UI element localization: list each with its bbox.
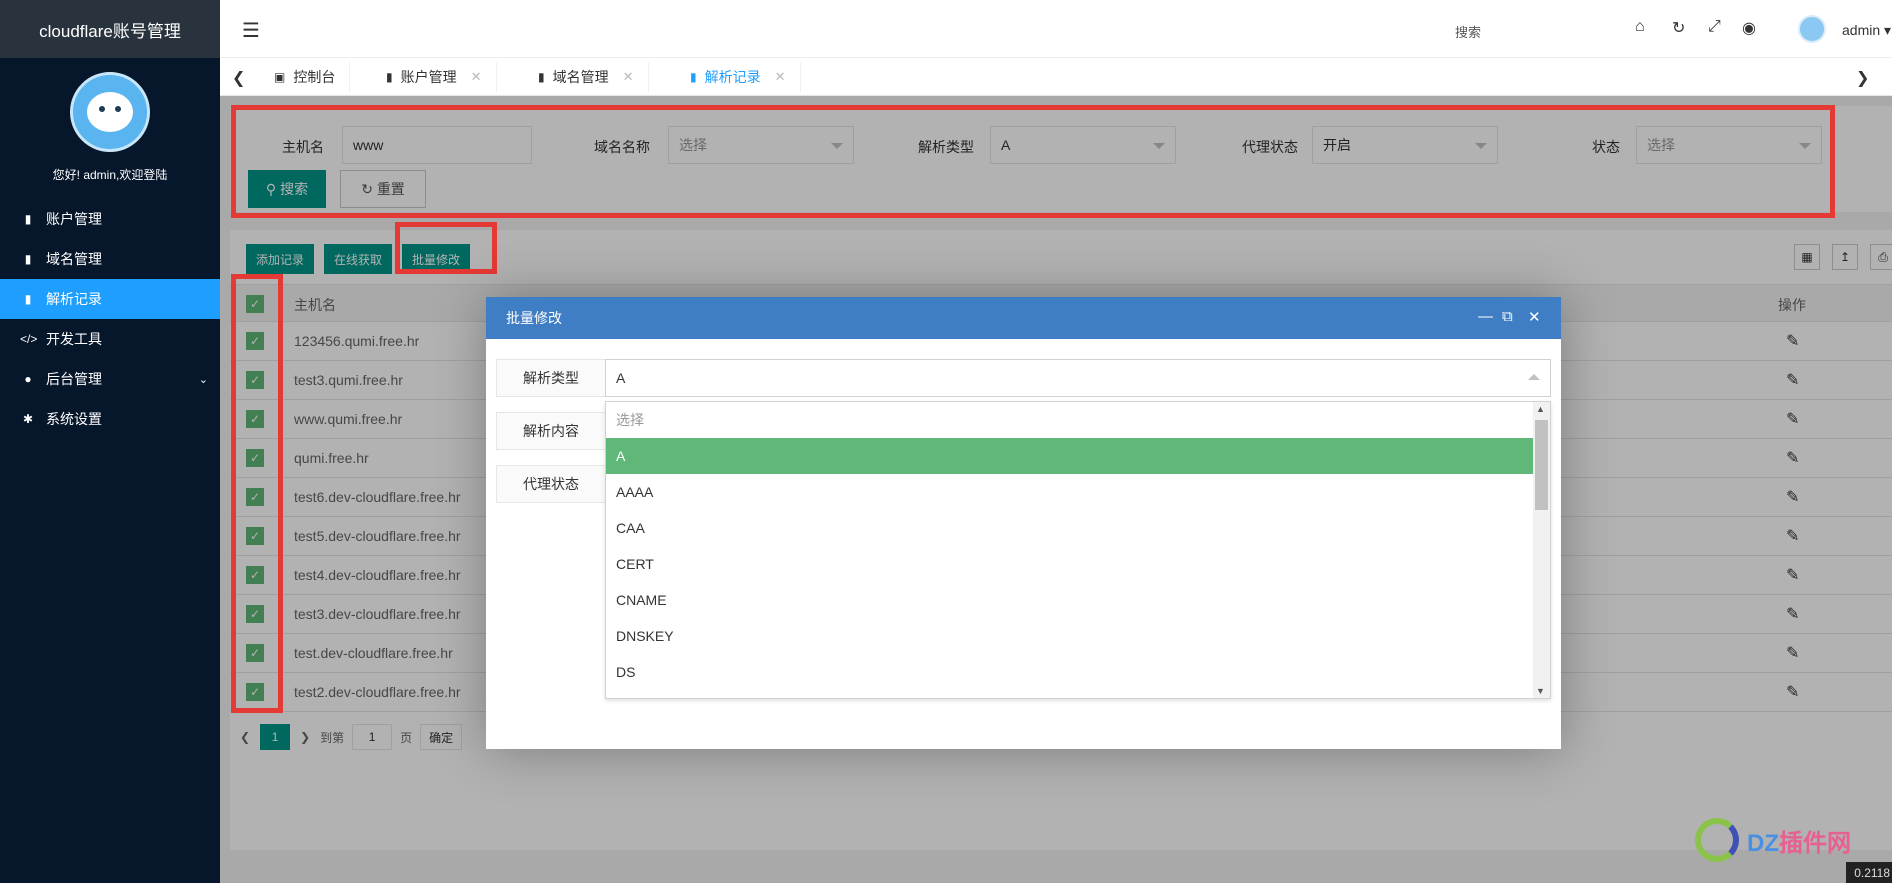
sidebar-item-label: 账户管理 <box>46 211 102 227</box>
scroll-up-icon[interactable]: ▲ <box>1536 404 1545 414</box>
avatar-face-icon <box>87 92 133 132</box>
dropdown-option[interactable]: CNAME <box>606 582 1550 618</box>
dropdown-option[interactable]: AAAA <box>606 474 1550 510</box>
close-icon[interactable]: ✕ <box>775 69 786 85</box>
dropdown-option-selected[interactable]: A <box>606 438 1550 474</box>
monitor-icon: ▣ <box>274 70 286 84</box>
book-icon: ▮ <box>538 70 545 84</box>
maximize-icon[interactable]: ⧉ <box>1502 308 1513 325</box>
dropdown-option[interactable]: CAA <box>606 510 1550 546</box>
sidebar-item-domains[interactable]: ▮ 域名管理 <box>0 239 220 279</box>
type-dropdown: 选择 A AAAA CAA CERT CNAME DNSKEY DS ▲ ▼ <box>605 401 1551 699</box>
watermark-icon <box>1695 818 1739 862</box>
sidebar-item-records[interactable]: ▮ 解析记录 <box>0 279 220 319</box>
modal-type-select[interactable]: A <box>605 359 1551 397</box>
tab-label: 域名管理 <box>552 69 609 85</box>
dropdown-option[interactable]: 选择 <box>606 402 1550 438</box>
bell-icon[interactable]: ◉ <box>1742 18 1756 38</box>
caret-up-icon <box>1528 374 1540 380</box>
book-icon: ▮ <box>24 252 32 266</box>
user-avatar[interactable] <box>1798 15 1826 43</box>
batch-edit-modal: 批量修改 — ⧉ ✕ 解析类型 A 解析内容 代理状态 选择 A AAAA CA… <box>486 297 1561 749</box>
sidebar-item-label: 系统设置 <box>46 411 102 427</box>
sidebar-item-label: 域名管理 <box>46 251 102 267</box>
highlight-filter-box <box>231 105 1835 218</box>
sidebar-item-settings[interactable]: ✱ 系统设置 <box>0 399 220 439</box>
modal-type-value: A <box>616 370 626 386</box>
sidebar-item-label: 解析记录 <box>46 291 102 307</box>
book-icon: ▮ <box>386 70 393 84</box>
scroll-thumb[interactable] <box>1535 420 1548 510</box>
user-name[interactable]: admin ▾ <box>1842 22 1891 39</box>
modal-title: 批量修改 <box>506 310 562 326</box>
app-brand: cloudflare账号管理 <box>0 0 220 58</box>
sidebar-item-admin[interactable]: ● 后台管理 ⌄ <box>0 359 220 399</box>
user-name-text: admin <box>1842 22 1881 38</box>
menu-toggle-icon[interactable]: ☰ <box>242 18 260 43</box>
gear-icon: ✱ <box>22 412 34 426</box>
watermark-text: DZ插件网 <box>1747 823 1851 858</box>
avatar <box>70 72 150 152</box>
version-badge: 0.2118 <box>1846 862 1892 883</box>
tab-records[interactable]: ▮ 解析记录 ✕ <box>676 62 801 92</box>
dropdown-option[interactable]: DNSKEY <box>606 618 1550 654</box>
chevron-down-icon: ⌄ <box>198 373 208 386</box>
watermark-logo: DZ插件网 <box>1695 810 1875 870</box>
close-icon[interactable]: ✕ <box>623 69 634 85</box>
tab-scroll-left-icon[interactable]: ❮ <box>232 68 245 88</box>
watermark-text-a: DZ <box>1747 829 1779 857</box>
tab-label: 控制台 <box>293 69 336 85</box>
modal-type-label: 解析类型 <box>496 359 606 397</box>
code-icon: </> <box>20 332 38 346</box>
sidebar: cloudflare账号管理 您好! admin,欢迎登陆 ▮ 账户管理 ▮ 域名管… <box>0 0 220 883</box>
sidebar-item-devtools[interactable]: </> 开发工具 <box>0 319 220 359</box>
top-header: ☰ 搜索 ⌂ ↻ ⤢ ◉ admin ▾ <box>220 0 1892 58</box>
book-icon: ▮ <box>24 212 32 226</box>
fullscreen-icon[interactable]: ⤢ <box>1708 18 1721 36</box>
tab-accounts[interactable]: ▮ 账户管理 ✕ <box>372 62 497 92</box>
modal-header: 批量修改 — ⧉ ✕ <box>486 297 1561 339</box>
highlight-batch-box <box>395 222 497 274</box>
sidebar-item-label: 后台管理 <box>46 371 102 387</box>
book-icon: ▮ <box>24 292 32 306</box>
modal-content-label: 解析内容 <box>496 412 606 450</box>
tab-label: 账户管理 <box>400 69 457 85</box>
dropdown-option[interactable]: DS <box>606 654 1550 690</box>
sidebar-item-accounts[interactable]: ▮ 账户管理 <box>0 199 220 239</box>
highlight-checkbox-column <box>231 274 283 713</box>
sidebar-item-label: 开发工具 <box>46 331 102 347</box>
tab-console[interactable]: ▣ 控制台 <box>260 62 351 92</box>
tab-scroll-right-icon[interactable]: ❯ <box>1856 68 1869 88</box>
refresh-icon[interactable]: ↻ <box>1672 18 1685 38</box>
watermark-text-b: 插件网 <box>1779 829 1851 857</box>
dropdown-option[interactable]: CERT <box>606 546 1550 582</box>
modal-proxy-label: 代理状态 <box>496 465 606 503</box>
welcome-text: 您好! admin,欢迎登陆 <box>52 168 168 182</box>
close-icon[interactable]: ✕ <box>471 69 482 85</box>
minimize-icon[interactable]: — <box>1478 308 1493 325</box>
user-profile: 您好! admin,欢迎登陆 <box>0 58 220 183</box>
home-icon[interactable]: ⌂ <box>1635 18 1645 36</box>
dropdown-scrollbar[interactable]: ▲ ▼ <box>1533 402 1550 698</box>
tab-bar: ❮ ▣ 控制台 ▮ 账户管理 ✕ ▮ 域名管理 ✕ ▮ 解析记录 ✕ ❯ <box>220 58 1892 96</box>
tab-label: 解析记录 <box>704 69 761 85</box>
users-icon: ● <box>24 372 32 386</box>
tab-domains[interactable]: ▮ 域名管理 ✕ <box>524 62 649 92</box>
book-icon: ▮ <box>690 70 697 84</box>
close-icon[interactable]: ✕ <box>1528 308 1541 326</box>
sidebar-nav: ▮ 账户管理 ▮ 域名管理 ▮ 解析记录 </> 开发工具 ● 后台管理 ⌄ ✱ 系统设置 <box>0 199 220 439</box>
header-search[interactable]: 搜索 <box>1455 22 1481 41</box>
scroll-down-icon[interactable]: ▼ <box>1536 686 1545 696</box>
